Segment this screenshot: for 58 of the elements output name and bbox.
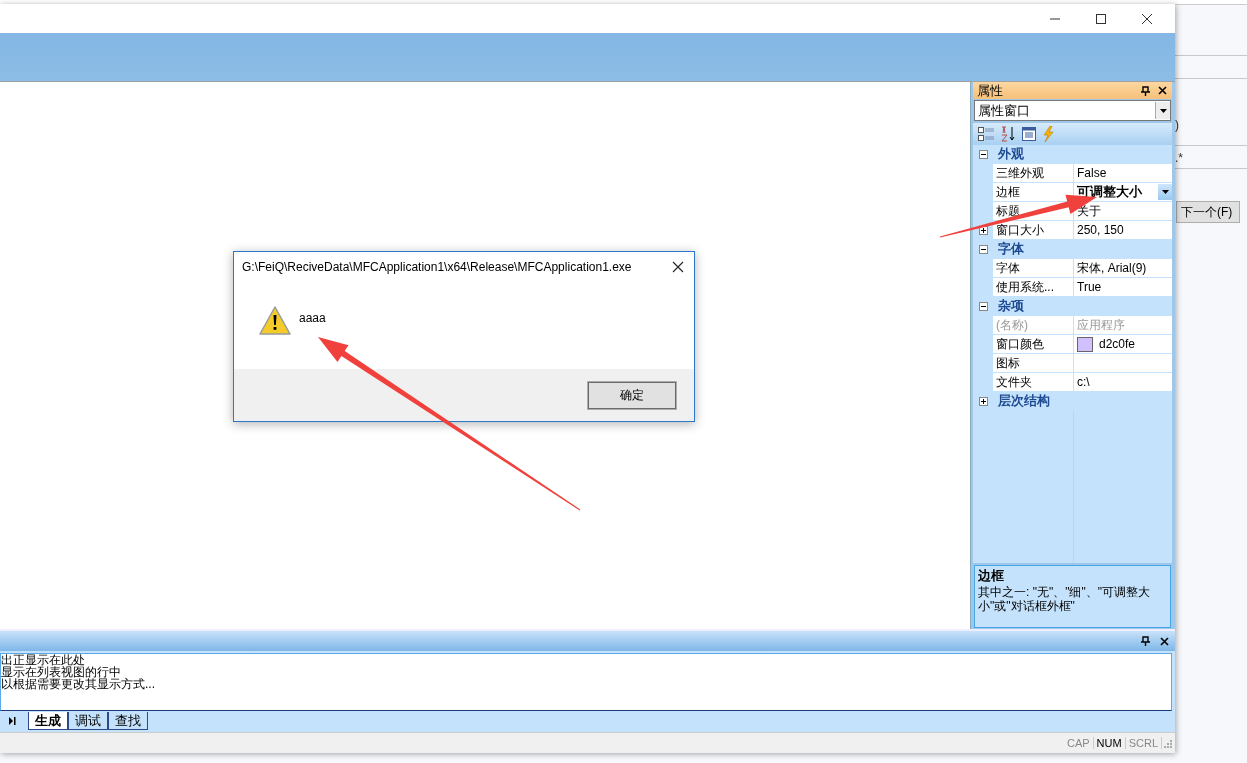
category-row[interactable]: 层次结构 — [973, 392, 1172, 411]
close-icon[interactable] — [1158, 86, 1167, 95]
output-line: 出正显示在此处 — [1, 654, 85, 666]
output-tab[interactable]: 查找 — [108, 711, 148, 730]
status-indicator: SCRL — [1125, 737, 1162, 749]
caret-icon — [1159, 108, 1167, 113]
property-name[interactable]: 图标 — [993, 354, 1074, 372]
collapse-icon[interactable] — [979, 244, 988, 254]
category-name: 字体 — [998, 240, 1024, 258]
property-value[interactable]: c:\ — [1074, 373, 1172, 391]
warning-icon — [259, 306, 291, 335]
property-name[interactable]: 使用系统... — [993, 278, 1074, 296]
object-dropdown[interactable]: 属性窗口 — [974, 100, 1171, 121]
panel-title: 属性 — [977, 81, 1004, 100]
property-pages-icon[interactable] — [1022, 127, 1036, 141]
ok-button[interactable]: 确定 — [588, 381, 676, 409]
property-value[interactable]: True — [1074, 278, 1172, 296]
output-line: 显示在列表视图的行中 — [1, 666, 121, 678]
pin-icon[interactable] — [1141, 85, 1150, 96]
close-icon[interactable] — [1141, 12, 1153, 25]
property-value[interactable]: False — [1074, 164, 1172, 182]
resize-grip-icon[interactable] — [1162, 738, 1172, 748]
collapse-icon[interactable] — [979, 301, 988, 311]
property-value[interactable]: 宋体, Arial(9) — [1074, 259, 1172, 277]
description-text: 其中之一: "无"、"细"、"可调整大小"或"对话框外框" — [978, 585, 1151, 613]
code-text: .* — [1175, 152, 1183, 164]
code-text: ) — [1175, 119, 1179, 131]
property-value[interactable]: d2c0fe — [1074, 335, 1172, 353]
property-name[interactable]: 窗口颜色 — [993, 335, 1074, 353]
category-name: 外观 — [998, 145, 1024, 163]
property-name[interactable]: 边框 — [993, 183, 1074, 201]
close-icon[interactable] — [1160, 636, 1169, 646]
property-name[interactable]: 窗口大小 — [993, 221, 1074, 239]
property-name[interactable]: 字体 — [993, 259, 1074, 277]
categorized-icon[interactable] — [978, 127, 994, 141]
status-indicator: CAP — [1063, 737, 1094, 749]
expand-icon[interactable] — [979, 396, 988, 406]
category-name: 层次结构 — [998, 392, 1050, 410]
close-icon[interactable] — [672, 261, 684, 273]
output-line: 以根据需要更改其显示方式... — [1, 678, 156, 690]
property-value[interactable]: 可调整大小 — [1074, 183, 1172, 201]
tab-scroll-icon[interactable] — [8, 716, 16, 725]
collapse-icon[interactable] — [979, 149, 988, 159]
property-name[interactable]: 三维外观 — [993, 164, 1074, 182]
property-value[interactable]: 250, 150 — [1074, 221, 1172, 239]
status-indicator: NUM — [1093, 737, 1126, 749]
output-tab[interactable]: 生成 — [28, 711, 68, 730]
category-name: 杂项 — [998, 297, 1024, 315]
dialog-message: aaaa — [299, 310, 326, 325]
maximize-icon[interactable] — [1095, 12, 1107, 25]
sort-alphabetical-icon[interactable] — [1000, 126, 1016, 142]
find-next-button[interactable]: 下一个(F) — [1176, 201, 1240, 223]
description-title: 边框 — [978, 568, 1005, 585]
property-name[interactable]: 文件夹 — [993, 373, 1074, 391]
output-tab[interactable]: 调试 — [68, 711, 108, 730]
caret-icon[interactable] — [1161, 190, 1169, 194]
dialog-title: G:\FeiQ\ReciveData\MFCApplication1\x64\Release\MFCApplication1.exe — [242, 260, 632, 274]
pin-icon[interactable] — [1141, 636, 1150, 646]
